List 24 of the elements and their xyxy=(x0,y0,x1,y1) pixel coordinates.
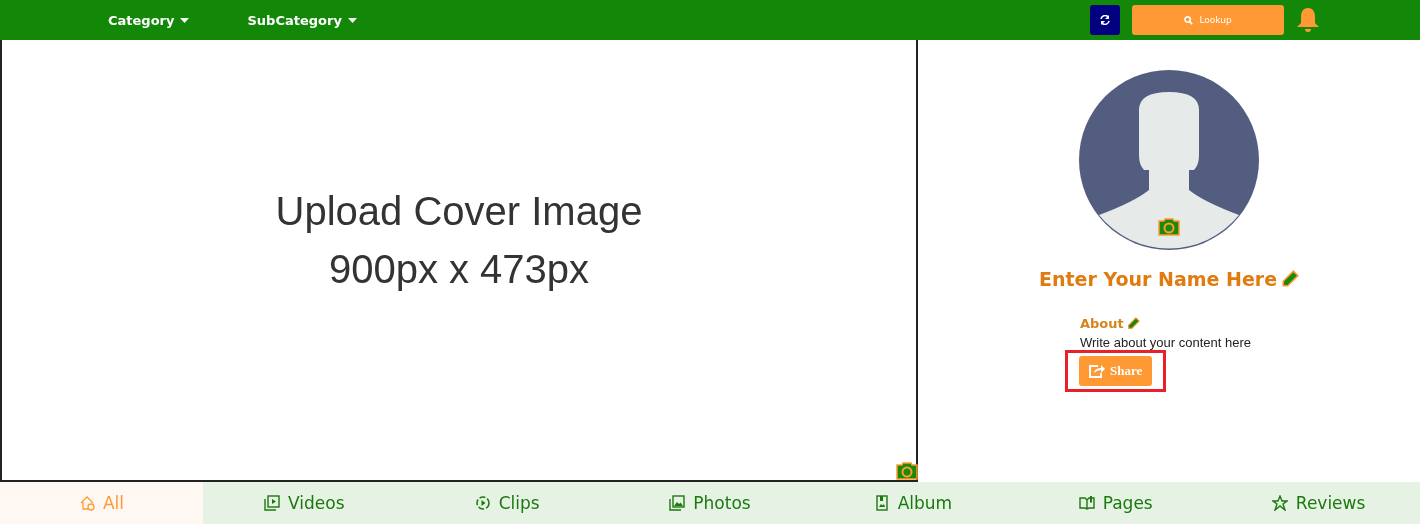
pencil-icon[interactable] xyxy=(1126,317,1140,330)
star-icon xyxy=(1271,495,1288,511)
book-icon xyxy=(1078,495,1095,511)
caret-icon xyxy=(180,17,190,23)
refresh-icon xyxy=(1100,15,1110,25)
dropdown-menu[interactable]: Category xyxy=(108,12,190,28)
clip-icon xyxy=(474,495,491,511)
refresh-button[interactable] xyxy=(1090,5,1120,35)
dropdown-menu[interactable]: SubCategory xyxy=(247,12,357,28)
camera-icon[interactable] xyxy=(1158,218,1180,236)
video-icon xyxy=(264,495,281,511)
share-icon xyxy=(1089,364,1105,378)
home-icon xyxy=(78,495,95,511)
about-text: Write about your content here xyxy=(1080,335,1252,350)
search-icon xyxy=(1184,15,1194,25)
caret-icon xyxy=(347,17,357,23)
photo-icon xyxy=(669,495,686,511)
cover-image-placeholder[interactable]: Upload Cover Image 900px x 473px xyxy=(0,40,918,482)
album-icon xyxy=(873,495,890,511)
pencil-icon[interactable] xyxy=(1281,270,1300,288)
camera-icon[interactable] xyxy=(896,462,918,480)
profile-name: Enter Your Name Here xyxy=(1038,268,1278,290)
about-heading: About xyxy=(1080,316,1124,331)
upload-instruction: Upload Cover Image 900px x 473px xyxy=(275,188,643,293)
